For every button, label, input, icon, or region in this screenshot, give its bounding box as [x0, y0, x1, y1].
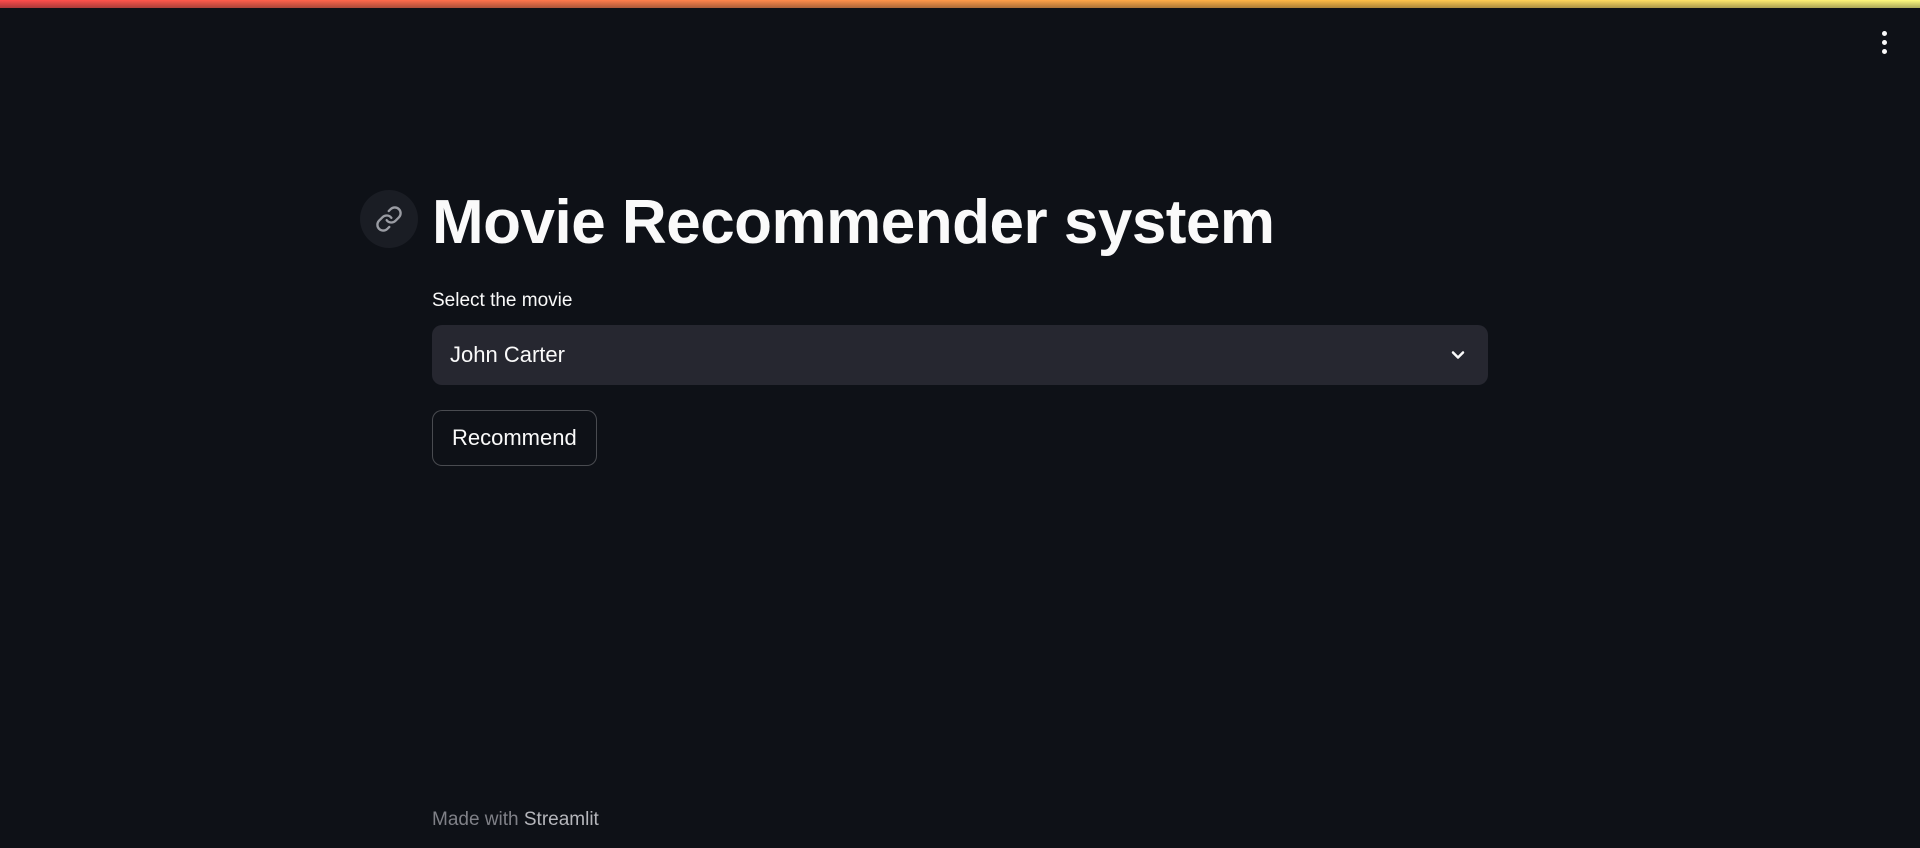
title-anchor-link[interactable]: [360, 190, 418, 248]
footer-prefix: Made with: [432, 809, 524, 830]
movie-select-value: John Carter: [450, 342, 565, 367]
recommend-button[interactable]: Recommend: [432, 410, 597, 466]
link-icon: [376, 206, 402, 232]
chevron-down-icon: [1446, 343, 1470, 367]
vertical-ellipsis-icon: [1881, 48, 1887, 54]
vertical-ellipsis-icon: [1881, 30, 1887, 36]
page-title: Movie Recommender system: [432, 188, 1275, 257]
main-container: Movie Recommender system Select the movi…: [360, 0, 1488, 848]
vertical-ellipsis-icon: [1881, 39, 1887, 45]
footer-brand-link[interactable]: Streamlit: [524, 809, 599, 830]
movie-select[interactable]: John Carter: [432, 325, 1488, 385]
select-label: Select the movie: [432, 290, 573, 311]
footer: Made with Streamlit: [432, 808, 599, 832]
main-menu-button[interactable]: [1874, 28, 1894, 56]
